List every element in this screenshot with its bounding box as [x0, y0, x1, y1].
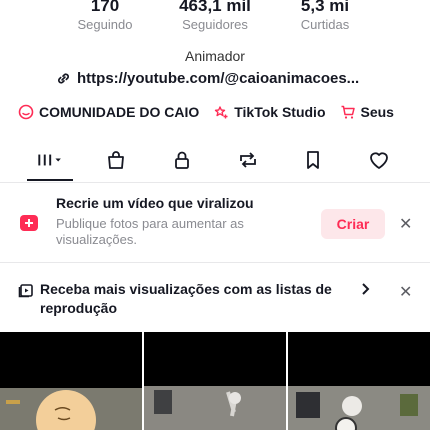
repost-icon [240, 152, 256, 168]
chip-studio-label: TikTok Studio [234, 104, 326, 120]
close-icon[interactable]: ✕ [399, 282, 412, 302]
profile-link-text: https://youtube.com/@caioanimacoes... [77, 70, 360, 87]
video-thumbnail[interactable] [288, 332, 430, 430]
profile-bio: Animador [185, 48, 245, 64]
tab-liked[interactable] [365, 148, 393, 172]
divider [0, 262, 430, 263]
community-icon [18, 104, 34, 120]
tab-videos[interactable] [36, 148, 64, 172]
shop-bag-icon [108, 151, 124, 169]
banner-subtitle: Publique fotos para aumentar as visualiz… [56, 216, 244, 247]
banner-title: Recrie um vídeo que viralizou [56, 195, 254, 211]
chevron-right-icon[interactable] [360, 282, 372, 296]
profile-chips: COMUNIDADE DO CAIO TikTok Studio Seus [18, 104, 408, 120]
profile-link[interactable]: https://youtube.com/@caioanimacoes... [56, 70, 359, 87]
link-icon [58, 73, 69, 84]
following-count: 170 [90, 0, 120, 15]
cart-icon [341, 105, 355, 119]
following-label: Seguindo [77, 17, 133, 32]
likes-count: 5,3 mi [300, 0, 350, 15]
chip-tiktok-studio[interactable]: TikTok Studio [213, 104, 326, 120]
chip-community-label: COMUNIDADE DO CAIO [39, 104, 200, 120]
thumbnail-image [144, 386, 286, 430]
tab-private[interactable] [168, 148, 196, 172]
likes-label: Curtidas [300, 17, 350, 32]
tab-shop[interactable] [102, 148, 130, 172]
video-thumbnail[interactable] [0, 332, 142, 430]
grid-icon [38, 154, 61, 166]
close-icon[interactable]: ✕ [399, 214, 412, 234]
stat-likes[interactable]: 5,3 mi Curtidas [270, 0, 380, 33]
chip-orders-label: Seus [360, 104, 394, 120]
heart-icon [370, 152, 388, 169]
thumbnail-image [0, 388, 142, 430]
tab-reposts[interactable] [234, 148, 262, 172]
tab-favorites[interactable] [299, 148, 327, 172]
playlist-icon [18, 284, 33, 298]
lock-icon [175, 151, 189, 169]
stat-following[interactable]: 170 Seguindo [50, 0, 160, 33]
chip-orders[interactable]: Seus [340, 104, 394, 120]
playlist-banner-text: Receba mais visualizações com as listas … [40, 281, 332, 316]
chip-community[interactable]: COMUNIDADE DO CAIO [18, 104, 199, 120]
video-grid [0, 332, 430, 430]
video-thumbnail[interactable] [144, 332, 286, 430]
profile-tabs [0, 140, 430, 183]
followers-count: 463,1 mil [179, 0, 251, 15]
thumbnail-image [288, 386, 430, 430]
create-video-icon [20, 215, 38, 231]
stat-followers[interactable]: 463,1 mil Seguidores [160, 0, 270, 33]
studio-icon [215, 106, 228, 119]
followers-label: Seguidores [182, 17, 248, 32]
active-tab-indicator [27, 179, 73, 181]
create-button[interactable]: Criar [321, 209, 385, 239]
stats-row: 170 Seguindo 463,1 mil Seguidores 5,3 mi… [0, 0, 430, 40]
bookmark-icon [307, 151, 319, 169]
recreate-video-banner: Recrie um vídeo que viralizou Publique f… [0, 188, 430, 254]
playlist-banner[interactable]: Receba mais visualizações com as listas … [0, 272, 430, 322]
